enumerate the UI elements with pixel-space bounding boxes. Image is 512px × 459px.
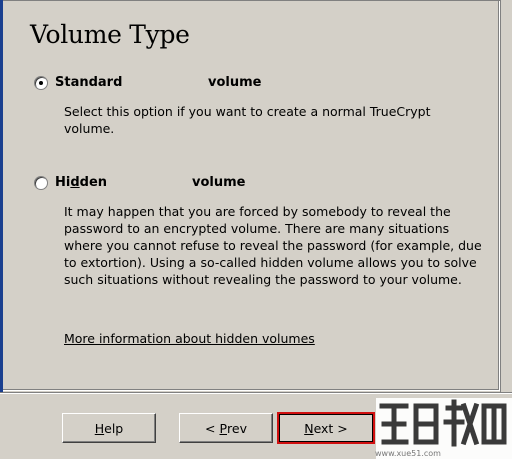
radio-hidden-volume[interactable] [34,176,48,190]
standard-volume-label[interactable]: Standard volume [55,75,261,90]
hidden-label-volume: volume [192,175,246,190]
next-accel: N [304,420,314,436]
next-button[interactable]: Next > [277,412,375,444]
hidden-label-pre: Hi [55,175,71,190]
radio-standard-volume[interactable] [34,76,48,90]
panel-top-edge [3,0,500,1]
prev-button[interactable]: < Prev [179,413,273,443]
hidden-volumes-info-link[interactable]: More information about hidden volumes [64,331,315,346]
hidden-label-post: den [79,175,108,190]
button-area-divider-highlight [0,393,512,394]
standard-label-text: Standard [55,75,123,90]
hidden-label-accel: d [70,175,80,190]
help-button[interactable]: Help [62,413,156,443]
hidden-volume-label[interactable]: Hidden volume [55,175,245,190]
page-title: Volume Type [30,20,190,49]
prev-arrow: < [205,420,220,436]
standard-label-volume: volume [208,75,262,90]
window-right-strip [500,0,512,392]
prev-accel: P [219,420,228,436]
standard-volume-description: Select this option if you want to create… [64,104,431,136]
help-accel: H [94,420,105,436]
watermark-site: www.xue51.com [375,449,441,458]
next-label: ext > [313,420,348,436]
hidden-volume-description: It may happen that you are forced by som… [64,204,482,287]
watermark-logo-icon [379,399,507,447]
help-label: elp [104,420,124,436]
prev-label: rev [227,420,247,436]
